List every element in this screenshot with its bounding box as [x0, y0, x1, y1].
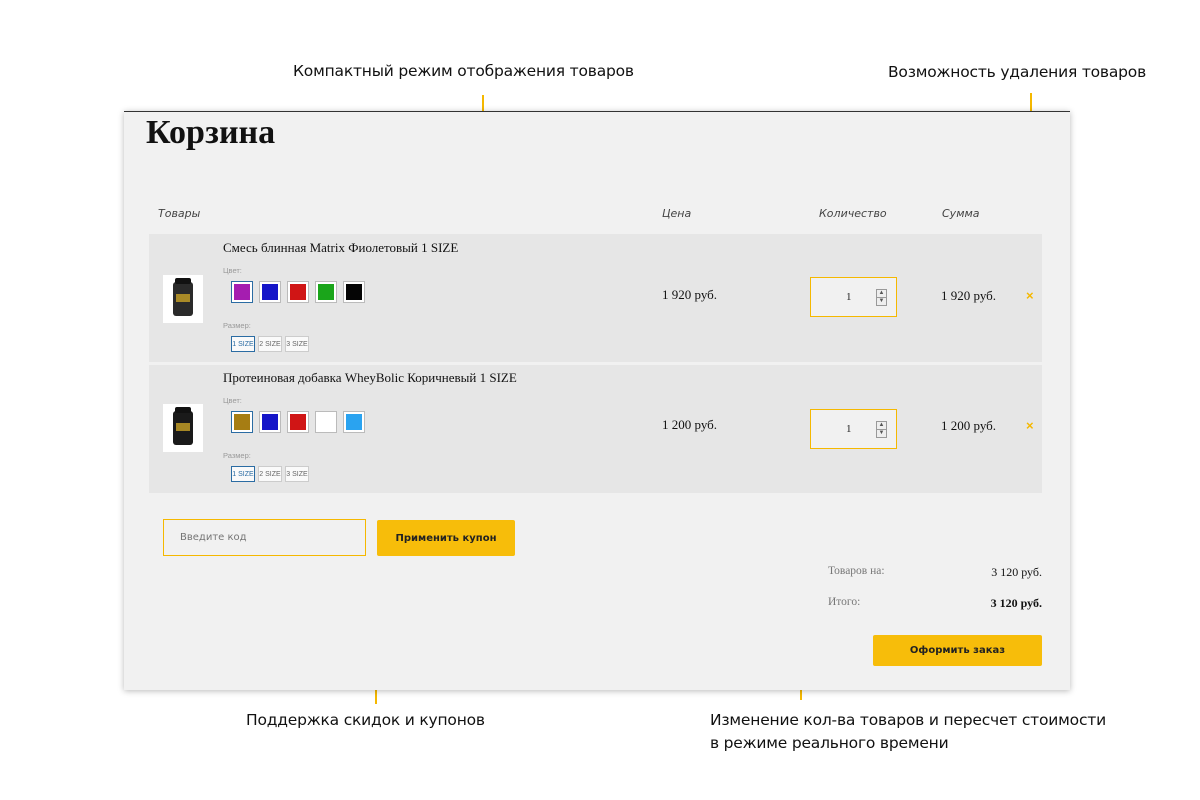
coupon-code-input[interactable]	[163, 519, 366, 556]
color-swatches	[231, 411, 365, 433]
items-total-value: 3 120 руб.	[991, 565, 1042, 579]
decrement-arrow-icon[interactable]: ▼	[877, 298, 886, 305]
size-option[interactable]: 3 SIZE	[285, 336, 309, 352]
size-option[interactable]: 1 SIZE	[231, 336, 255, 352]
size-options: 1 SIZE 2 SIZE 3 SIZE	[231, 336, 309, 352]
increment-arrow-icon[interactable]: ▲	[877, 290, 886, 298]
product-name[interactable]: Смесь блинная Matrix Фиолетовый 1 SIZE	[223, 240, 458, 256]
column-header-price: Цена	[662, 207, 692, 220]
size-options: 1 SIZE 2 SIZE 3 SIZE	[231, 466, 309, 482]
annotation-coupons: Поддержка скидок и купонов	[246, 711, 485, 729]
size-label: Размер:	[223, 321, 251, 330]
color-label: Цвет:	[223, 266, 242, 275]
size-option[interactable]: 3 SIZE	[285, 466, 309, 482]
size-option[interactable]: 1 SIZE	[231, 466, 255, 482]
color-label: Цвет:	[223, 396, 242, 405]
grand-total-value: 3 120 руб.	[990, 596, 1042, 610]
apply-coupon-button[interactable]: Применить купон	[377, 520, 515, 556]
color-swatch-blue[interactable]	[259, 281, 281, 303]
product-thumbnail[interactable]	[163, 275, 203, 323]
size-label: Размер:	[223, 451, 251, 460]
color-swatches	[231, 281, 365, 303]
product-name[interactable]: Протеиновая добавка WheyBolic Коричневый…	[223, 370, 517, 386]
annotation-realtime: Изменение кол-ва товаров и пересчет стои…	[710, 709, 1106, 755]
page-title: Корзина	[146, 114, 276, 151]
quantity-stepper[interactable]: 1 ▲ ▼	[810, 277, 897, 317]
stepper-arrows: ▲ ▼	[876, 289, 887, 306]
item-price: 1 200 руб.	[662, 417, 718, 432]
increment-arrow-icon[interactable]: ▲	[877, 422, 886, 430]
stepper-arrows: ▲ ▼	[876, 421, 887, 438]
color-swatch-white[interactable]	[315, 411, 337, 433]
grand-total-label: Итого:	[828, 596, 861, 608]
remove-item-icon[interactable]: ×	[1026, 418, 1034, 433]
cart-item-row: Протеиновая добавка WheyBolic Коричневый…	[149, 365, 1042, 493]
size-option[interactable]: 2 SIZE	[258, 466, 282, 482]
item-price: 1 920 руб.	[662, 287, 718, 302]
annotation-remove: Возможность удаления товаров	[888, 63, 1147, 81]
annotation-realtime-line2: в режиме реального времени	[710, 734, 949, 752]
quantity-value[interactable]: 1	[846, 423, 852, 435]
decrement-arrow-icon[interactable]: ▼	[877, 430, 886, 437]
quantity-value[interactable]: 1	[846, 291, 852, 303]
color-swatch-red[interactable]	[287, 281, 309, 303]
column-header-sum: Сумма	[942, 207, 980, 220]
product-jar-icon	[173, 407, 193, 445]
color-swatch-brown[interactable]	[231, 411, 253, 433]
cart-panel: Корзина Товары Цена Количество Сумма Сме…	[124, 111, 1070, 690]
color-swatch-blue[interactable]	[259, 411, 281, 433]
size-option[interactable]: 2 SIZE	[258, 336, 282, 352]
checkout-button[interactable]: Оформить заказ	[873, 635, 1042, 666]
product-jar-icon	[173, 278, 193, 316]
items-total-label: Товаров на:	[828, 565, 885, 577]
color-swatch-green[interactable]	[315, 281, 337, 303]
annotation-realtime-line1: Изменение кол-ва товаров и пересчет стои…	[710, 711, 1106, 729]
product-thumbnail[interactable]	[163, 404, 203, 452]
color-swatch-red[interactable]	[287, 411, 309, 433]
color-swatch-purple[interactable]	[231, 281, 253, 303]
color-swatch-black[interactable]	[343, 281, 365, 303]
remove-item-icon[interactable]: ×	[1026, 288, 1034, 303]
color-swatch-light-blue[interactable]	[343, 411, 365, 433]
item-sum: 1 920 руб.	[941, 288, 997, 303]
cart-item-row: Смесь блинная Matrix Фиолетовый 1 SIZE Ц…	[149, 234, 1042, 362]
item-sum: 1 200 руб.	[941, 418, 997, 433]
column-header-quantity: Количество	[819, 207, 887, 220]
annotation-compact-mode: Компактный режим отображения товаров	[293, 62, 634, 80]
quantity-stepper[interactable]: 1 ▲ ▼	[810, 409, 897, 449]
column-header-products: Товары	[158, 207, 201, 220]
